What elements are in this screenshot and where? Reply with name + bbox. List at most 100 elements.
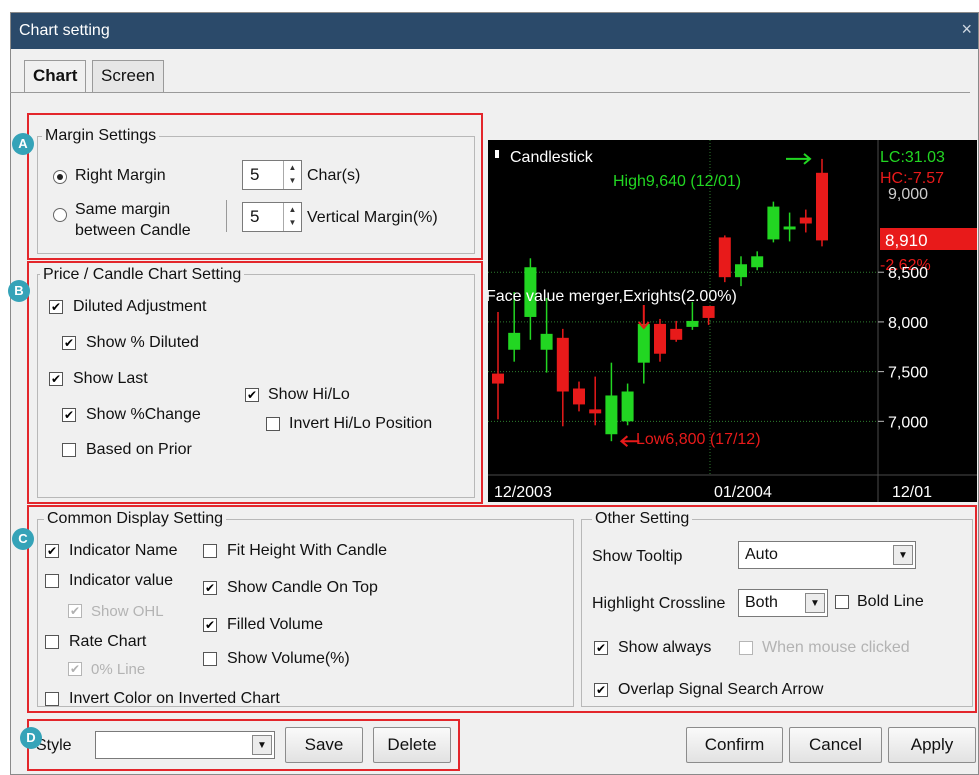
cancel-button[interactable]: Cancel xyxy=(789,727,882,763)
right-margin-unit: Char(s) xyxy=(307,167,361,184)
filled-volume-checkbox[interactable]: ✔ xyxy=(203,618,217,632)
zero-line-checkbox[interactable]: ✔ xyxy=(68,662,82,676)
candle-body xyxy=(783,226,796,230)
right-margin-label: Right Margin xyxy=(75,167,166,184)
indicator-value-checkbox[interactable] xyxy=(45,574,59,588)
highlight-crossline-value: Both xyxy=(745,594,778,611)
candle-body xyxy=(621,391,634,422)
right-margin-spinner[interactable]: 5 ▲ ▼ xyxy=(242,160,302,190)
candle-body xyxy=(799,217,812,224)
badge-a: A xyxy=(12,133,34,155)
high-label: High9,640 (12/01) xyxy=(613,173,741,190)
annotation-arrow xyxy=(638,305,650,330)
badge-c: C xyxy=(12,528,34,550)
badge-b: B xyxy=(8,280,30,302)
vertical-margin-label: Vertical Margin(%) xyxy=(307,209,438,226)
confirm-button[interactable]: Confirm xyxy=(686,727,783,763)
same-margin-label-2: between Candle xyxy=(75,222,191,239)
overlap-signal-checkbox[interactable]: ✔ xyxy=(594,683,608,697)
show-always-checkbox[interactable]: ✔ xyxy=(594,641,608,655)
badge-d: D xyxy=(20,727,42,749)
candle-body xyxy=(686,320,699,327)
invert-color-checkbox[interactable] xyxy=(45,692,59,706)
top-tick-label: 9,000 xyxy=(888,186,928,203)
same-margin-spinner[interactable]: 5 ▲ ▼ xyxy=(242,202,302,232)
right-margin-value: 5 xyxy=(250,165,260,184)
save-button[interactable]: Save xyxy=(285,727,363,763)
hc-label: HC:-7.57 xyxy=(880,170,944,187)
show-volume-pct-label: Show Volume(%) xyxy=(227,650,350,667)
indicator-value-label: Indicator value xyxy=(69,572,174,589)
rate-chart-label: Rate Chart xyxy=(69,633,147,650)
candle-body xyxy=(654,323,666,354)
show-volume-pct-checkbox[interactable] xyxy=(203,652,217,666)
annotation-label: Face value merger,Exrights(2.00%) xyxy=(488,288,737,305)
chart-svg: Candlestick High9,640 (12/01) Face value… xyxy=(488,140,977,502)
show-pct-change-label: Show %Change xyxy=(86,406,201,423)
filled-volume-label: Filled Volume xyxy=(227,616,324,633)
show-hilo-checkbox[interactable]: ✔ xyxy=(245,388,259,402)
apply-button[interactable]: Apply xyxy=(888,727,976,763)
y-tick-label: 8,500 xyxy=(888,265,928,282)
indicator-name-label: Indicator Name xyxy=(69,542,178,559)
margin-settings-title: Margin Settings xyxy=(42,127,160,145)
candle-body xyxy=(605,395,618,435)
candle-body xyxy=(540,333,553,350)
tab-divider xyxy=(10,92,970,93)
x-label-1: 01/2004 xyxy=(714,484,772,501)
same-margin-radio[interactable] xyxy=(53,208,67,222)
based-on-prior-checkbox[interactable] xyxy=(62,443,76,457)
tab-screen[interactable]: Screen xyxy=(92,60,164,92)
x-label-0: 12/2003 xyxy=(494,484,552,501)
candlestick-preview-chart: Candlestick High9,640 (12/01) Face value… xyxy=(488,140,977,502)
show-pct-diluted-checkbox[interactable]: ✔ xyxy=(62,336,76,350)
show-pct-diluted-label: Show % Diluted xyxy=(86,334,199,351)
overlap-signal-label: Overlap Signal Search Arrow xyxy=(618,681,824,698)
lc-label: LC:31.03 xyxy=(880,149,945,166)
spinner-arrows-icon[interactable]: ▲ ▼ xyxy=(283,203,301,231)
show-hilo-label: Show Hi/Lo xyxy=(268,386,350,403)
indicator-name-checkbox[interactable]: ✔ xyxy=(45,544,59,558)
fit-height-checkbox[interactable] xyxy=(203,544,217,558)
x-label-2: 12/01 xyxy=(892,484,932,501)
candle-body xyxy=(637,323,650,363)
other-setting-title: Other Setting xyxy=(592,510,693,528)
show-tooltip-label: Show Tooltip xyxy=(592,548,683,565)
y-tick-label: 8,000 xyxy=(888,315,928,332)
dropdown-arrow-icon[interactable]: ▼ xyxy=(252,735,272,755)
title-bar: Chart setting × xyxy=(11,13,978,49)
candle-body xyxy=(735,264,747,278)
delete-button[interactable]: Delete xyxy=(373,727,451,763)
invert-color-label: Invert Color on Inverted Chart xyxy=(69,690,280,707)
highlight-crossline-select[interactable]: Both ▼ xyxy=(738,589,828,617)
right-margin-radio[interactable] xyxy=(53,170,67,184)
legend-marker xyxy=(495,150,499,158)
tab-chart[interactable]: Chart xyxy=(24,60,87,93)
show-pct-change-checkbox[interactable]: ✔ xyxy=(62,408,76,422)
spinner-arrows-icon[interactable]: ▲ ▼ xyxy=(283,161,301,189)
candle-body xyxy=(816,172,828,241)
same-margin-label-1: Same margin xyxy=(75,201,171,218)
last-price-label: 8,910 xyxy=(885,231,928,250)
show-candle-top-checkbox[interactable]: ✔ xyxy=(203,581,217,595)
candle-body xyxy=(670,328,683,340)
invert-hilo-checkbox[interactable] xyxy=(266,417,280,431)
dropdown-arrow-icon[interactable]: ▼ xyxy=(805,593,825,613)
fit-height-label: Fit Height With Candle xyxy=(227,542,388,559)
highlight-crossline-label: Highlight Crossline xyxy=(592,595,726,612)
show-ohl-checkbox[interactable]: ✔ xyxy=(68,604,82,618)
show-tooltip-select[interactable]: Auto ▼ xyxy=(738,541,916,569)
close-icon[interactable]: × xyxy=(961,19,972,40)
dropdown-arrow-icon[interactable]: ▼ xyxy=(893,545,913,565)
y-tick-label: 7,500 xyxy=(888,365,928,382)
show-last-checkbox[interactable]: ✔ xyxy=(49,372,63,386)
bold-line-label: Bold Line xyxy=(857,593,924,610)
chart-title: Candlestick xyxy=(510,149,594,166)
style-select[interactable]: ▼ xyxy=(95,731,275,759)
bold-line-checkbox[interactable] xyxy=(835,595,849,609)
invert-hilo-label: Invert Hi/Lo Position xyxy=(289,415,433,432)
diluted-adjustment-checkbox[interactable]: ✔ xyxy=(49,300,63,314)
show-tooltip-value: Auto xyxy=(745,546,778,563)
rate-chart-checkbox[interactable] xyxy=(45,635,59,649)
when-clicked-checkbox[interactable] xyxy=(739,641,753,655)
